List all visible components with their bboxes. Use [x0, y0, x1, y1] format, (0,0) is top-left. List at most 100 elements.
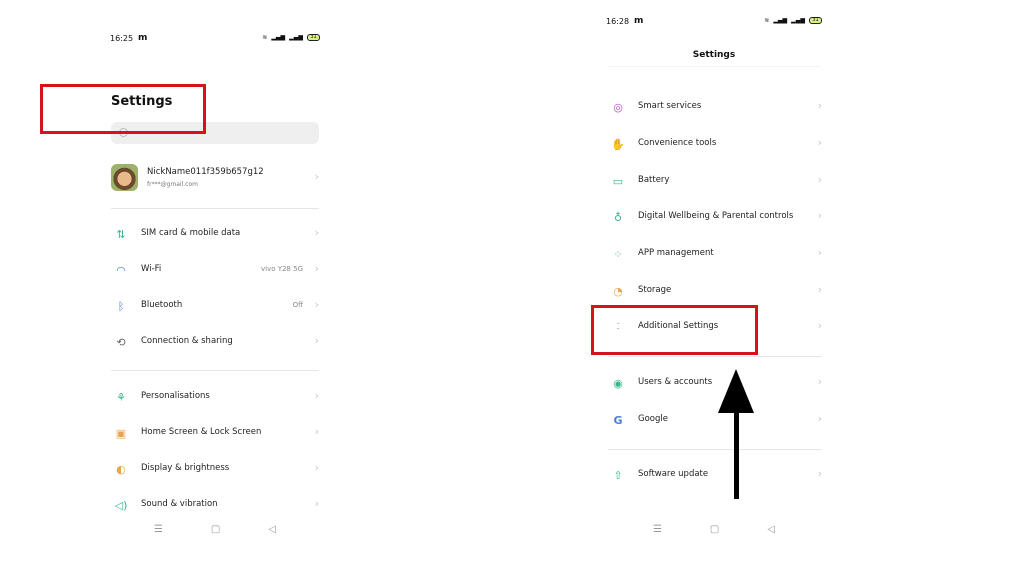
- row-label: Smart services: [638, 101, 702, 111]
- settings-row-wellbeing[interactable]: ♁ Digital Wellbeing & Parental controls …: [608, 203, 822, 233]
- settings-row-software-update[interactable]: ⇧ Software update ›: [608, 461, 822, 491]
- settings-row-storage[interactable]: ◔ Storage ›: [608, 277, 822, 307]
- sim-data-icon: ⇅: [116, 227, 126, 241]
- account-row[interactable]: NickName011f359b657g12 fr***@gmail.com ›: [111, 164, 319, 194]
- wellbeing-icon: ♁: [613, 210, 623, 224]
- row-label: Wi-Fi: [141, 264, 162, 274]
- scroll-edge: [607, 66, 821, 67]
- wifi-icon: ◠: [116, 263, 126, 277]
- settings-row-sound[interactable]: ◁) Sound & vibration ›: [111, 491, 319, 521]
- settings-title-highlight: [40, 84, 206, 134]
- bluetooth-icon: ᛒ: [117, 299, 125, 313]
- settings-row-smart-services[interactable]: ◎ Smart services ›: [608, 93, 822, 123]
- menu-nav-icon[interactable]: ☰: [154, 524, 163, 538]
- chevron-right-icon: ›: [817, 375, 822, 388]
- settings-row-connection[interactable]: ⟲ Connection & sharing ›: [111, 328, 319, 358]
- up-arrow-shaft: [734, 405, 739, 499]
- chevron-right-icon: ›: [314, 389, 319, 402]
- battery-status-icon: 31: [809, 17, 822, 24]
- home-nav-icon[interactable]: ▢: [211, 524, 220, 538]
- row-label: APP management: [638, 248, 714, 258]
- settings-row-wifi[interactable]: ◠ Wi-Fi vivo Y28 5G ›: [111, 256, 319, 286]
- home-screen-icon: ▣: [115, 426, 127, 440]
- convenience-tools-icon: ✋: [611, 137, 625, 151]
- chevron-right-icon: ›: [314, 497, 319, 510]
- status-time: 16:25: [110, 34, 134, 43]
- divider: [608, 449, 822, 450]
- signal-icon: ▂▄▆: [773, 17, 788, 24]
- smart-services-icon: ◎: [613, 100, 623, 114]
- row-label: Personalisations: [141, 391, 210, 401]
- row-label: Software update: [638, 469, 709, 479]
- chevron-right-icon: ›: [817, 173, 822, 186]
- page-title: Settings: [692, 50, 736, 60]
- settings-row-personalisations[interactable]: ⚘ Personalisations ›: [111, 383, 319, 413]
- back-nav-icon[interactable]: ◁: [268, 524, 276, 538]
- app-management-icon: ⁘: [613, 247, 623, 261]
- navigation-bar: ☰ ▢ ◁: [100, 524, 330, 538]
- chevron-right-icon: ›: [314, 425, 319, 438]
- settings-row-app-management[interactable]: ⁘ APP management ›: [608, 240, 822, 270]
- row-label: Storage: [638, 285, 672, 295]
- home-nav-icon[interactable]: ▢: [710, 524, 719, 538]
- connection-icon: ⟲: [116, 335, 126, 349]
- wifi-status-icon: ≋: [764, 17, 770, 24]
- row-label: Users & accounts: [638, 377, 713, 387]
- navigation-bar: ☰ ▢ ◁: [596, 524, 832, 538]
- chevron-right-icon: ›: [817, 412, 822, 425]
- menu-nav-icon[interactable]: ☰: [653, 524, 662, 538]
- status-time: 16:28: [606, 17, 630, 26]
- chevron-right-icon: ›: [817, 209, 822, 222]
- sound-icon: ◁): [114, 498, 128, 512]
- settings-row-battery[interactable]: ▭ Battery ›: [608, 167, 822, 197]
- settings-row-convenience-tools[interactable]: ✋ Convenience tools ›: [608, 130, 822, 160]
- right-phone-screen: 16:28 m ≋ ▂▄▆ ▂▄▆ 31 Settings ◎ Smart se…: [596, 0, 832, 546]
- row-label: Bluetooth: [141, 300, 183, 310]
- personalisation-icon: ⚘: [116, 390, 126, 404]
- signal-icon-2: ▂▄▆: [289, 34, 303, 41]
- chevron-right-icon: ›: [817, 136, 822, 149]
- chevron-right-icon: ›: [314, 334, 319, 347]
- signal-icon-2: ▂▄▆: [791, 17, 805, 24]
- settings-row-home-screen[interactable]: ▣ Home Screen & Lock Screen ›: [111, 419, 319, 449]
- settings-row-bluetooth[interactable]: ᛒ Bluetooth Off ›: [111, 292, 319, 322]
- status-icons: ≋ ▂▄▆ ▂▄▆ 31: [764, 17, 822, 24]
- settings-row-sim[interactable]: ⇅ SIM card & mobile data ›: [111, 220, 319, 250]
- chevron-right-icon: ›: [314, 170, 319, 183]
- status-bar: 16:25 m ≋ ▂▄▆ ▂▄▆ 31: [110, 33, 320, 48]
- chevron-right-icon: ›: [817, 246, 822, 259]
- status-icons: ≋ ▂▄▆ ▂▄▆ 31: [262, 34, 320, 41]
- row-label: Battery: [638, 175, 670, 185]
- chevron-right-icon: ›: [314, 461, 319, 474]
- settings-row-google[interactable]: G Google ›: [608, 406, 822, 436]
- display-icon: ◐: [116, 462, 126, 476]
- chevron-right-icon: ›: [817, 467, 822, 480]
- chevron-right-icon: ›: [817, 283, 822, 296]
- signal-icon: ▂▄▆: [271, 34, 286, 41]
- users-icon: ◉: [613, 376, 623, 390]
- avatar: [111, 164, 138, 191]
- chevron-right-icon: ›: [314, 226, 319, 239]
- divider: [111, 208, 319, 209]
- row-value: vivo Y28 5G: [260, 265, 303, 273]
- settings-row-display[interactable]: ◐ Display & brightness ›: [111, 455, 319, 485]
- wifi-status-icon: ≋: [262, 34, 268, 41]
- row-label: SIM card & mobile data: [141, 228, 241, 238]
- row-label: Sound & vibration: [141, 499, 218, 509]
- back-nav-icon[interactable]: ◁: [767, 524, 775, 538]
- chevron-right-icon: ›: [817, 319, 822, 332]
- row-label: Display & brightness: [141, 463, 230, 473]
- google-icon: G: [613, 413, 623, 427]
- divider: [608, 356, 822, 357]
- chevron-right-icon: ›: [314, 298, 319, 311]
- battery-status-icon: 31: [307, 34, 320, 41]
- settings-row-users-accounts[interactable]: ◉ Users & accounts ›: [608, 369, 822, 399]
- left-phone-screen: 16:25 m ≋ ▂▄▆ ▂▄▆ 31 Settings NickName01…: [100, 0, 330, 546]
- divider: [111, 370, 319, 371]
- chevron-right-icon: ›: [314, 262, 319, 275]
- row-label: Convenience tools: [638, 138, 717, 148]
- row-value: Off: [292, 301, 303, 309]
- battery-icon: ▭: [612, 174, 624, 188]
- row-label: Digital Wellbeing & Parental controls: [638, 211, 794, 221]
- account-name: NickName011f359b657g12: [147, 167, 264, 177]
